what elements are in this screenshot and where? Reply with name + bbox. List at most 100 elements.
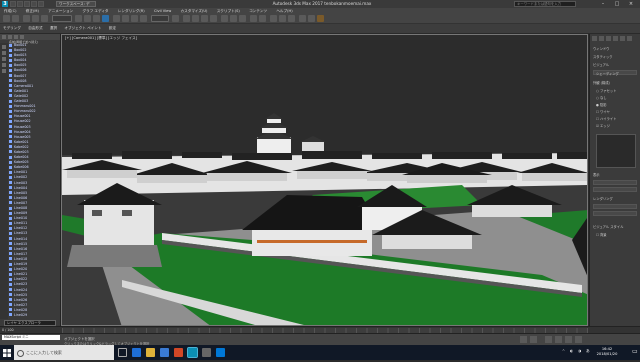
chevron-up-icon[interactable]: ^ <box>562 349 565 353</box>
checkbox-option[interactable]: ☐ ワイヤ <box>596 109 610 114</box>
eye-icon[interactable] <box>9 303 12 307</box>
redo-icon[interactable] <box>12 15 19 22</box>
eye-icon[interactable] <box>9 125 12 128</box>
shading-dropdown[interactable]: シェーディング <box>593 70 637 76</box>
scale-icon[interactable] <box>131 15 138 22</box>
play-icon[interactable] <box>520 336 527 343</box>
taskbar-search-input[interactable]: ここに入力して検索 <box>14 345 114 360</box>
rollout-title[interactable]: 外観 (構成) <box>593 80 610 85</box>
eye-icon[interactable] <box>9 237 12 241</box>
reference-coordinate-dropdown[interactable] <box>151 15 169 22</box>
move-icon[interactable] <box>113 15 120 22</box>
eye-icon[interactable] <box>9 170 12 174</box>
task-view-icon[interactable] <box>118 348 127 357</box>
eye-icon[interactable] <box>9 94 12 98</box>
save-file-icon[interactable] <box>24 1 30 7</box>
named-selection-icon[interactable] <box>221 15 228 22</box>
eye-icon[interactable] <box>9 114 12 118</box>
open-file-icon[interactable] <box>17 1 23 7</box>
ribbon-tab[interactable]: オブジェクト ペイント <box>61 24 104 33</box>
radio-option[interactable]: ○ ファセット <box>596 88 616 93</box>
eye-icon[interactable] <box>9 231 12 235</box>
eye-icon[interactable] <box>9 165 12 169</box>
eye-icon[interactable] <box>9 135 12 139</box>
orbit-icon[interactable] <box>565 336 572 343</box>
eye-icon[interactable] <box>9 267 12 271</box>
eye-icon[interactable] <box>9 63 12 67</box>
eye-icon[interactable] <box>9 308 12 312</box>
snap-icon[interactable] <box>183 15 190 22</box>
eye-icon[interactable] <box>9 211 12 215</box>
eye-icon[interactable] <box>9 89 12 93</box>
eye-icon[interactable] <box>9 109 12 113</box>
eye-icon[interactable] <box>9 206 12 210</box>
angle-snap-icon[interactable] <box>192 15 199 22</box>
unlink-icon[interactable] <box>32 15 39 22</box>
eye-icon[interactable] <box>9 221 12 225</box>
display-tab-icon[interactable] <box>620 36 625 41</box>
motion-tab-icon[interactable] <box>613 36 618 41</box>
graphite-toggle-icon[interactable] <box>259 15 266 22</box>
settings-icon[interactable] <box>202 348 211 357</box>
eye-icon[interactable] <box>9 186 12 190</box>
render-icon[interactable] <box>317 15 324 22</box>
ribbon-tab[interactable]: 設定 <box>106 24 119 33</box>
curve-editor-icon[interactable] <box>270 15 277 22</box>
eye-icon[interactable] <box>9 298 12 302</box>
eye-icon[interactable] <box>9 272 12 276</box>
helpers-filter-icon[interactable] <box>2 69 6 73</box>
eye-icon[interactable] <box>9 277 12 281</box>
select-object-icon[interactable] <box>75 15 82 22</box>
eye-icon[interactable] <box>9 216 12 220</box>
select-by-name-icon[interactable] <box>84 15 91 22</box>
eye-icon[interactable] <box>9 175 12 179</box>
ime-indicator[interactable]: あ <box>586 349 590 354</box>
viewport-label[interactable]: [+] [Camera001] [標準] [エッジ フェイス] <box>65 36 137 41</box>
panel-button[interactable] <box>593 180 637 185</box>
undo-icon[interactable] <box>3 15 10 22</box>
eye-icon[interactable] <box>9 201 12 205</box>
eye-icon[interactable] <box>9 43 12 47</box>
eye-icon[interactable] <box>9 68 12 72</box>
minimize-icon[interactable]: – <box>596 0 610 8</box>
eye-icon[interactable] <box>9 140 12 144</box>
maxscript-listener[interactable]: MAXScript ミニ <box>2 335 60 340</box>
selection-filter-dropdown[interactable] <box>52 15 72 22</box>
ribbon-tab[interactable]: 自由形式 <box>25 24 45 33</box>
store-icon[interactable] <box>160 348 169 357</box>
checkbox-option[interactable]: ☐ 背景 <box>596 232 607 237</box>
bind-icon[interactable] <box>41 15 48 22</box>
hierarchy-tab-icon[interactable] <box>606 36 611 41</box>
search-input[interactable]: キーワードまたは語句を入力 <box>514 1 576 7</box>
eye-icon[interactable] <box>9 104 12 108</box>
filter-icon[interactable] <box>2 35 6 39</box>
eye-icon[interactable] <box>9 247 12 251</box>
radio-option[interactable]: ○ なし <box>596 95 607 100</box>
3dsmax-taskbar-icon[interactable] <box>187 347 198 358</box>
redo-icon[interactable] <box>38 1 44 7</box>
mail-icon[interactable] <box>216 348 225 357</box>
panel-button[interactable] <box>593 204 637 209</box>
file-explorer-icon[interactable] <box>146 348 155 357</box>
placement-icon[interactable] <box>140 15 147 22</box>
eye-icon[interactable] <box>9 252 12 256</box>
radio-option[interactable]: ● 陰影 <box>596 102 607 107</box>
eye-icon[interactable] <box>9 191 12 195</box>
rendered-frame-icon[interactable] <box>308 15 315 22</box>
eye-icon[interactable] <box>9 48 12 52</box>
rectangle-selection-icon[interactable] <box>93 15 100 22</box>
close-icon[interactable]: × <box>624 0 638 8</box>
align-icon[interactable] <box>239 15 246 22</box>
eye-icon[interactable] <box>9 262 12 266</box>
eye-icon[interactable] <box>9 155 12 159</box>
checkbox-option[interactable]: ☐ ハイライト <box>596 116 616 121</box>
maximize-viewport-icon[interactable] <box>575 336 582 343</box>
eye-icon[interactable] <box>9 53 12 57</box>
eye-icon[interactable] <box>9 196 12 200</box>
eye-icon[interactable] <box>9 288 12 291</box>
notification-icon[interactable]: ▭ <box>632 348 638 355</box>
edit-icon[interactable] <box>14 35 18 39</box>
geometry-filter-icon[interactable] <box>2 45 6 49</box>
panel-button[interactable] <box>593 187 637 192</box>
eye-icon[interactable] <box>9 119 12 123</box>
